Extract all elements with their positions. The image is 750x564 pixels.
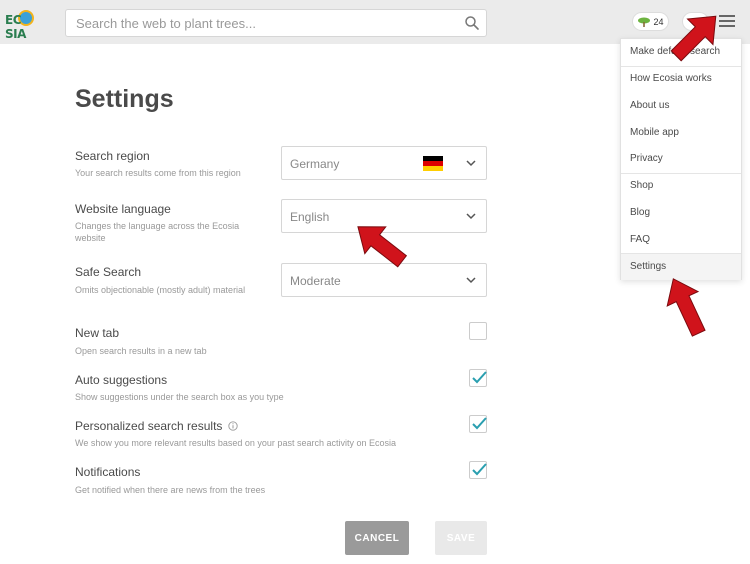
checkmark-icon [472, 463, 487, 476]
personalized-results-checkbox[interactable] [469, 415, 487, 433]
annotation-arrow-icon [670, 15, 717, 62]
ecosia-logo[interactable]: EC SIA [5, 9, 45, 41]
new-tab-label: New tab [75, 326, 120, 340]
chevron-down-icon [466, 277, 476, 284]
website-language-label: Website language [75, 202, 171, 216]
germany-flag-icon [423, 156, 443, 171]
menu-item-privacy[interactable]: Privacy [621, 146, 741, 172]
menu-item-about-us[interactable]: About us [621, 93, 741, 119]
info-icon[interactable] [228, 421, 238, 431]
main-menu-dropdown: Make default search How Ecosia works Abo… [620, 38, 742, 280]
annotation-arrow-icon [666, 278, 706, 337]
tree-icon [638, 17, 651, 27]
notifications-desc: Get notified when there are news from th… [75, 485, 266, 495]
search-region-select[interactable]: Germany [281, 146, 487, 180]
search-input[interactable] [76, 10, 456, 36]
search-icon[interactable] [464, 15, 480, 31]
search-region-value: Germany [290, 157, 340, 171]
menu-item-mobile-app[interactable]: Mobile app [621, 120, 741, 146]
checkmark-icon [472, 371, 487, 384]
website-language-value: English [290, 210, 330, 224]
new-tab-checkbox[interactable] [469, 322, 487, 340]
new-tab-desc: Open search results in a new tab [75, 346, 207, 356]
search-region-label: Search region [75, 149, 150, 163]
website-language-desc-2: website [75, 233, 106, 243]
auto-suggestions-desc: Show suggestions under the search box as… [75, 392, 284, 402]
safe-search-value: Moderate [290, 274, 341, 288]
chevron-down-icon [466, 213, 476, 220]
personalized-results-text: Personalized search results [75, 419, 223, 433]
logo-text: EC SIA [5, 13, 26, 41]
cancel-button[interactable]: CANCEL [345, 521, 409, 555]
annotation-arrow-icon [357, 226, 408, 268]
notifications-checkbox[interactable] [469, 461, 487, 479]
safe-search-label: Safe Search [75, 265, 142, 279]
auto-suggestions-checkbox[interactable] [469, 369, 487, 387]
chevron-down-icon [466, 160, 476, 167]
safe-search-desc: Omits objectionable (mostly adult) mater… [75, 285, 246, 295]
search-region-desc: Your search results come from this regio… [75, 168, 241, 178]
save-button[interactable]: SAVE [435, 521, 487, 555]
search-box[interactable] [65, 9, 487, 37]
menu-item-faq[interactable]: FAQ [621, 227, 741, 253]
website-language-desc-1: Changes the language across the Ecosia [75, 221, 240, 231]
personalized-results-label: Personalized search results [75, 419, 238, 433]
menu-item-shop[interactable]: Shop [621, 173, 741, 199]
checkmark-icon [472, 417, 487, 430]
auto-suggestions-label: Auto suggestions [75, 373, 168, 387]
notifications-label: Notifications [75, 465, 141, 479]
menu-item-blog[interactable]: Blog [621, 200, 741, 226]
page-title: Settings [75, 85, 174, 113]
personalized-results-desc: We show you more relevant results based … [75, 438, 396, 448]
